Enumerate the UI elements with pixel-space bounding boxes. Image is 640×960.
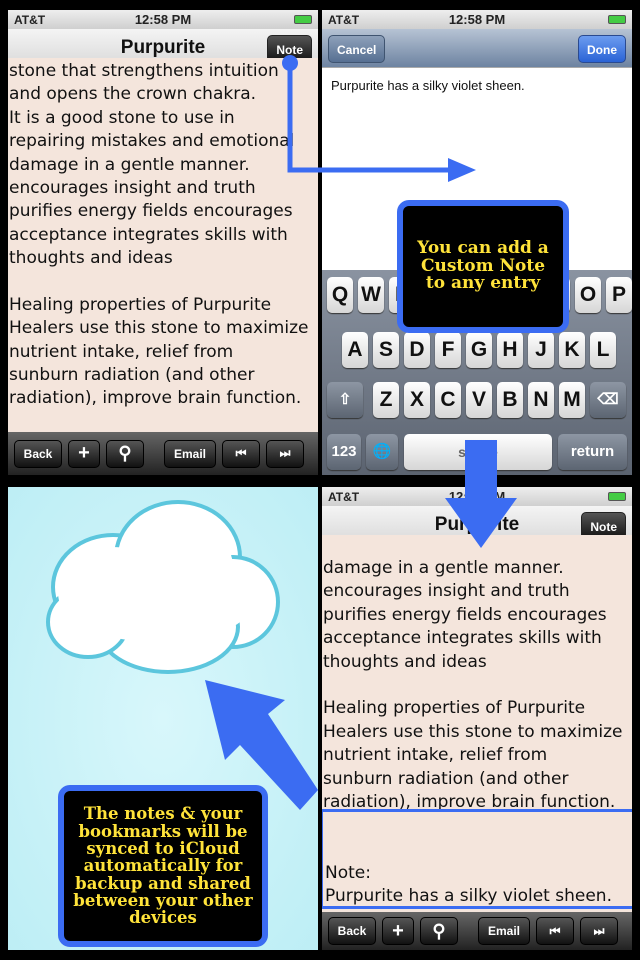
arrow-down — [445, 440, 517, 548]
arrow-to-cloud — [205, 680, 318, 810]
arrow-to-editor — [282, 55, 476, 182]
note-callout: You can add a Custom Note to any entry — [397, 200, 569, 333]
arrows-overlay — [205, 55, 517, 810]
